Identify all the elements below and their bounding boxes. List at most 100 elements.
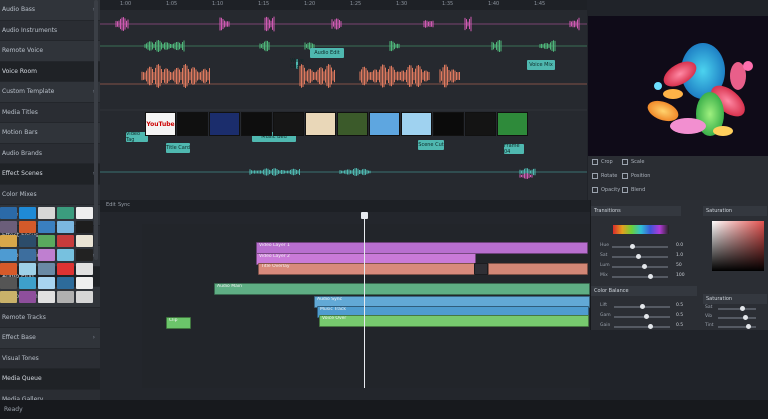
library-item[interactable]: Voice Room	[0, 61, 100, 82]
library-item[interactable]: Media Titles	[0, 103, 100, 123]
effect-thumbnail[interactable]	[76, 249, 93, 261]
effect-thumbnail[interactable]	[57, 277, 74, 289]
effect-thumbnail[interactable]	[0, 263, 17, 275]
green-waveform[interactable]	[259, 40, 270, 52]
saturation-header-2[interactable]: Saturation	[703, 294, 767, 304]
preview-tool[interactable]: Opacity	[592, 187, 620, 193]
slider-knob[interactable]	[740, 306, 745, 311]
clip-label[interactable]: Frame 04	[504, 143, 524, 155]
library-item[interactable]: Color Mixes	[0, 185, 100, 205]
effect-thumbnail[interactable]	[57, 207, 74, 219]
slider-knob[interactable]	[644, 314, 649, 319]
effect-thumbnail[interactable]	[76, 207, 93, 219]
slider-knob[interactable]	[642, 264, 647, 269]
slider-knob[interactable]	[640, 304, 645, 309]
saturation-slider[interactable]	[718, 324, 756, 329]
effect-thumbnail[interactable]	[0, 207, 17, 219]
preview-tool[interactable]: Position	[622, 173, 650, 179]
video-thumbnail-clip[interactable]	[337, 112, 368, 136]
effect-thumbnail[interactable]	[0, 249, 17, 261]
effect-thumbnail[interactable]	[57, 249, 74, 261]
effect-thumbnail[interactable]	[0, 291, 17, 303]
video-thumbnail-clip[interactable]	[241, 112, 272, 136]
effect-thumbnail[interactable]	[19, 221, 36, 233]
color-picker[interactable]	[712, 221, 764, 271]
effect-thumbnail[interactable]	[76, 263, 93, 275]
library-item[interactable]: Audio Instruments	[0, 21, 100, 41]
library-item[interactable]: Remote Voice	[0, 41, 100, 62]
library-item[interactable]: Media Queue	[0, 369, 100, 390]
library-item[interactable]: Effect Base ›	[0, 328, 100, 349]
clip-label[interactable]: Audio Edit	[310, 48, 344, 58]
video-thumbnail-clip[interactable]	[433, 112, 464, 136]
slider-knob[interactable]	[630, 244, 635, 249]
timeline-clip[interactable]: Audio Main	[214, 283, 590, 295]
transitions-header[interactable]: Transitions	[591, 206, 681, 216]
library-item[interactable]: Motion Bars	[0, 123, 100, 144]
video-thumbnail-clip[interactable]	[209, 112, 240, 136]
library-item[interactable]: Remote Tracks	[0, 308, 100, 328]
green-waveform[interactable]	[389, 40, 400, 52]
pink-waveform[interactable]	[331, 18, 342, 30]
library-item[interactable]: Visual Tones	[0, 349, 100, 369]
video-thumbnail-clip[interactable]	[465, 112, 496, 136]
effect-thumbnail[interactable]	[0, 277, 17, 289]
library-item[interactable]: Audio Brands	[0, 144, 100, 164]
timeline-clip[interactable]	[488, 263, 588, 275]
effect-thumbnail[interactable]	[19, 291, 36, 303]
pink-waveform[interactable]	[569, 17, 580, 31]
color-balance-slider[interactable]	[614, 304, 670, 309]
effect-thumbnail[interactable]	[38, 291, 55, 303]
color-balance-slider[interactable]	[614, 314, 670, 319]
effect-thumbnail[interactable]	[57, 221, 74, 233]
effect-thumbnail[interactable]	[38, 263, 55, 275]
effect-thumbnail[interactable]	[76, 277, 93, 289]
library-item[interactable]: Audio Bass›	[0, 0, 100, 21]
effect-thumbnail[interactable]	[19, 249, 36, 261]
clip-label[interactable]: Voice Mix	[527, 60, 555, 70]
timeline-clip[interactable]: Title Overlay	[258, 263, 476, 275]
pink-waveform[interactable]	[423, 20, 434, 28]
saturation-slider[interactable]	[718, 315, 756, 320]
teal-waveform[interactable]	[339, 168, 371, 176]
clip-label[interactable]: Scene Cut	[418, 140, 444, 150]
saturation-header[interactable]: Saturation	[703, 206, 767, 216]
adjustment-slider[interactable]	[612, 264, 668, 269]
hue-gradient-strip[interactable]	[613, 225, 669, 234]
effect-thumbnail[interactable]	[76, 291, 93, 303]
effect-thumbnail[interactable]	[38, 221, 55, 233]
slider-knob[interactable]	[743, 315, 748, 320]
video-thumbnail-clip[interactable]	[401, 112, 432, 136]
effect-thumbnail[interactable]	[38, 249, 55, 261]
video-preview[interactable]	[588, 16, 768, 156]
pink-waveform[interactable]	[219, 17, 230, 31]
effect-thumbnail[interactable]	[19, 207, 36, 219]
effect-thumbnail[interactable]	[38, 207, 55, 219]
effect-thumbnail[interactable]	[38, 235, 55, 247]
library-item[interactable]: Effect Scenes›	[0, 164, 100, 185]
video-thumbnail-clip[interactable]	[305, 112, 336, 136]
playhead[interactable]	[364, 212, 365, 388]
preview-tool[interactable]: Blend	[622, 187, 645, 193]
effect-thumbnail[interactable]	[19, 235, 36, 247]
effect-thumbnail[interactable]	[57, 235, 74, 247]
green-waveform[interactable]	[491, 40, 502, 52]
adjustment-slider[interactable]	[612, 274, 668, 279]
slider-knob[interactable]	[636, 254, 641, 259]
edit-tool-label[interactable]: Edit	[106, 202, 116, 208]
effect-thumbnail[interactable]	[57, 291, 74, 303]
pink-waveform[interactable]	[519, 173, 533, 179]
video-thumbnail-clip[interactable]	[273, 112, 304, 136]
effect-thumbnail[interactable]	[57, 263, 74, 275]
pink-waveform[interactable]	[115, 17, 129, 31]
effect-thumbnail[interactable]	[0, 235, 17, 247]
clip-label[interactable]: Title Card	[166, 143, 190, 153]
effect-thumbnail[interactable]	[0, 221, 17, 233]
green-waveform[interactable]	[144, 40, 185, 52]
clip-label[interactable]: Wave Clip	[290, 58, 304, 70]
effect-thumbnail[interactable]	[19, 263, 36, 275]
color-balance-slider[interactable]	[614, 324, 670, 329]
saturation-slider[interactable]	[718, 306, 756, 311]
effect-thumbnail[interactable]	[38, 277, 55, 289]
slider-knob[interactable]	[746, 324, 751, 329]
